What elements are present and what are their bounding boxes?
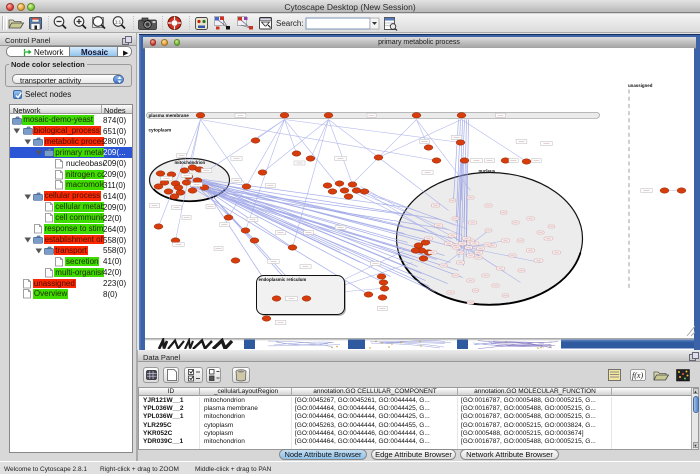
svg-text:cytoplasm: cytoplasm (148, 127, 171, 132)
svg-text:nucleus: nucleus (478, 169, 495, 174)
svg-text:f(x): f(x) (632, 371, 643, 380)
svg-text:mitochondrion: mitochondrion (174, 160, 205, 165)
svg-text:endoplasmic reticulum: endoplasmic reticulum (258, 277, 306, 282)
svg-text:unassigned: unassigned (628, 83, 653, 88)
svg-text:plasma membrane: plasma membrane (148, 113, 189, 118)
svg-text:1:1: 1:1 (115, 20, 122, 25)
svg-text:Search:: Search: (276, 19, 304, 28)
